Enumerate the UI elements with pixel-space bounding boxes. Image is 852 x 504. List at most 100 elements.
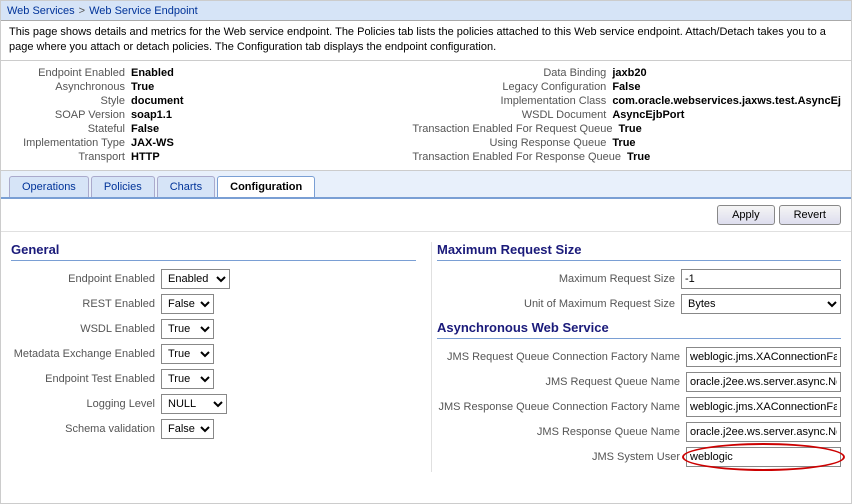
field-label: Schema validation bbox=[11, 423, 161, 435]
breadcrumb-web-services[interactable]: Web Services bbox=[7, 5, 75, 17]
async-field-label: JMS System User bbox=[592, 451, 686, 463]
jms-system-user-container bbox=[686, 447, 841, 467]
info-label: Using Response Queue bbox=[412, 137, 612, 149]
config-columns: General Endpoint EnabledEnabledDisabledR… bbox=[1, 232, 851, 482]
info-row: Data Bindingjaxb20 bbox=[412, 67, 841, 79]
unit-label: Unit of Maximum Request Size bbox=[524, 298, 681, 310]
info-label: Stateful bbox=[11, 123, 131, 135]
info-grid: Endpoint EnabledEnabledAsynchronousTrueS… bbox=[1, 61, 851, 171]
info-label: Implementation Class bbox=[412, 95, 612, 107]
field-label: REST Enabled bbox=[11, 298, 161, 310]
async-title: Asynchronous Web Service bbox=[437, 320, 841, 339]
jms-system-user-input[interactable] bbox=[686, 447, 841, 467]
info-value: True bbox=[131, 81, 154, 93]
async-field-row: JMS Request Queue Connection Factory Nam… bbox=[437, 347, 841, 367]
async-field-label: JMS Response Queue Connection Factory Na… bbox=[438, 401, 686, 413]
info-value: JAX-WS bbox=[131, 137, 174, 149]
select-wsdl-enabled[interactable]: TrueFalse bbox=[161, 319, 214, 339]
info-value: True bbox=[618, 123, 641, 135]
info-row: Transaction Enabled For Response QueueTr… bbox=[412, 151, 841, 163]
general-panel: General Endpoint EnabledEnabledDisabledR… bbox=[11, 242, 421, 472]
info-value: False bbox=[612, 81, 640, 93]
async-field-input[interactable] bbox=[686, 397, 841, 417]
tabs-bar: OperationsPoliciesChartsConfiguration bbox=[1, 171, 851, 199]
info-row: Endpoint EnabledEnabled bbox=[11, 67, 412, 79]
async-field-row: JMS System User bbox=[437, 447, 841, 467]
select-endpoint-enabled[interactable]: EnabledDisabled bbox=[161, 269, 230, 289]
info-row: Transaction Enabled For Request QueueTru… bbox=[412, 123, 841, 135]
general-field-row: Logging LevelNULLINFODEBUG bbox=[11, 394, 416, 414]
info-label: WSDL Document bbox=[412, 109, 612, 121]
info-row: Legacy ConfigurationFalse bbox=[412, 81, 841, 93]
max-request-title: Maximum Request Size bbox=[437, 242, 841, 261]
async-field-input[interactable] bbox=[686, 347, 841, 367]
breadcrumb-sep: > bbox=[79, 5, 85, 17]
info-label: Asynchronous bbox=[11, 81, 131, 93]
info-label: Data Binding bbox=[412, 67, 612, 79]
general-field-row: Endpoint EnabledEnabledDisabled bbox=[11, 269, 416, 289]
max-request-size-row: Maximum Request Size bbox=[437, 269, 841, 289]
info-row: Implementation TypeJAX-WS bbox=[11, 137, 412, 149]
async-field-label: JMS Request Queue Name bbox=[545, 376, 686, 388]
field-label: Endpoint Enabled bbox=[11, 273, 161, 285]
info-row: Implementation Classcom.oracle.webservic… bbox=[412, 95, 841, 107]
apply-button[interactable]: Apply bbox=[717, 205, 775, 225]
info-value: jaxb20 bbox=[612, 67, 646, 79]
async-section: Asynchronous Web Service JMS Request Que… bbox=[437, 320, 841, 467]
unit-select[interactable]: BytesKBMB bbox=[681, 294, 841, 314]
info-value: soap1.1 bbox=[131, 109, 172, 121]
field-label: Logging Level bbox=[11, 398, 161, 410]
info-label: Endpoint Enabled bbox=[11, 67, 131, 79]
info-label: Implementation Type bbox=[11, 137, 131, 149]
revert-button[interactable]: Revert bbox=[779, 205, 841, 225]
info-row: Using Response QueueTrue bbox=[412, 137, 841, 149]
select-endpoint-test-enabled[interactable]: TrueFalse bbox=[161, 369, 214, 389]
info-label: Transaction Enabled For Request Queue bbox=[412, 123, 618, 135]
field-label: Metadata Exchange Enabled bbox=[11, 348, 161, 360]
select-rest-enabled[interactable]: FalseTrue bbox=[161, 294, 214, 314]
async-field-input[interactable] bbox=[686, 372, 841, 392]
max-request-size-label: Maximum Request Size bbox=[559, 273, 681, 285]
info-label: Legacy Configuration bbox=[412, 81, 612, 93]
select-schema-validation[interactable]: FalseTrue bbox=[161, 419, 214, 439]
info-label: SOAP Version bbox=[11, 109, 131, 121]
async-field-row: JMS Request Queue Name bbox=[437, 372, 841, 392]
tab-policies[interactable]: Policies bbox=[91, 176, 155, 197]
breadcrumb-bar: Web Services > Web Service Endpoint bbox=[1, 1, 851, 21]
info-row: SOAP Versionsoap1.1 bbox=[11, 109, 412, 121]
info-value: document bbox=[131, 95, 184, 107]
info-value: True bbox=[627, 151, 650, 163]
async-field-row: JMS Response Queue Name bbox=[437, 422, 841, 442]
app: Web Services > Web Service Endpoint This… bbox=[0, 0, 852, 504]
tab-charts[interactable]: Charts bbox=[157, 176, 215, 197]
info-row: StatefulFalse bbox=[11, 123, 412, 135]
general-field-row: REST EnabledFalseTrue bbox=[11, 294, 416, 314]
select-metadata-exchange-enabled[interactable]: TrueFalse bbox=[161, 344, 214, 364]
info-label: Style bbox=[11, 95, 131, 107]
info-label: Transport bbox=[11, 151, 131, 163]
info-value: Enabled bbox=[131, 67, 174, 79]
info-label: Transaction Enabled For Response Queue bbox=[412, 151, 627, 163]
unit-row: Unit of Maximum Request Size BytesKBMB bbox=[437, 294, 841, 314]
max-request-size-input[interactable] bbox=[681, 269, 841, 289]
button-row: Apply Revert bbox=[1, 199, 851, 232]
right-panel: Maximum Request Size Maximum Request Siz… bbox=[431, 242, 841, 472]
async-field-row: JMS Response Queue Connection Factory Na… bbox=[437, 397, 841, 417]
info-row: TransportHTTP bbox=[11, 151, 412, 163]
select-logging-level[interactable]: NULLINFODEBUG bbox=[161, 394, 227, 414]
info-value: HTTP bbox=[131, 151, 160, 163]
tab-configuration[interactable]: Configuration bbox=[217, 176, 315, 197]
async-field-input[interactable] bbox=[686, 422, 841, 442]
general-field-row: WSDL EnabledTrueFalse bbox=[11, 319, 416, 339]
info-row: WSDL DocumentAsyncEjbPort bbox=[412, 109, 841, 121]
description-bar: This page shows details and metrics for … bbox=[1, 21, 851, 61]
tab-operations[interactable]: Operations bbox=[9, 176, 89, 197]
async-field-label: JMS Request Queue Connection Factory Nam… bbox=[447, 351, 686, 363]
general-field-row: Schema validationFalseTrue bbox=[11, 419, 416, 439]
info-value: com.oracle.webservices.jaxws.test.AsyncE… bbox=[612, 95, 841, 107]
info-row: AsynchronousTrue bbox=[11, 81, 412, 93]
info-row: Styledocument bbox=[11, 95, 412, 107]
main-content: Apply Revert General Endpoint EnabledEna… bbox=[1, 199, 851, 503]
general-field-row: Metadata Exchange EnabledTrueFalse bbox=[11, 344, 416, 364]
info-value: False bbox=[131, 123, 159, 135]
